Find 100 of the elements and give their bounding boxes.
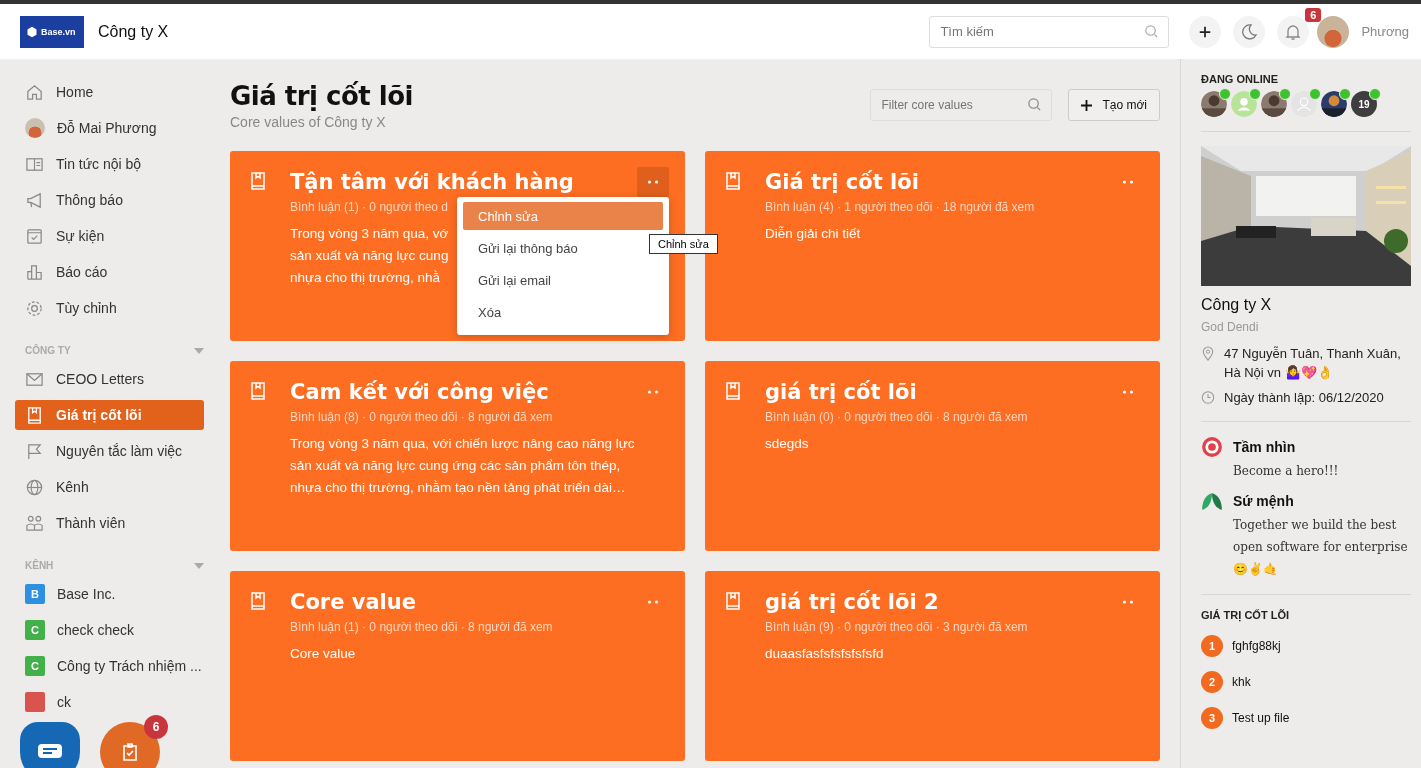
card-description: nhựa cho thị trường, nhằ [290, 269, 441, 287]
people-icon [25, 513, 44, 533]
nav-item[interactable]: Nguyên tắc làm việc [15, 436, 204, 466]
core-value-link[interactable]: khk [1232, 675, 1251, 689]
tooltip: Chỉnh sửa [649, 234, 718, 254]
more-icon [1122, 180, 1134, 184]
online-dot [1219, 88, 1231, 100]
card-meta: Bình luận (1) · 0 người theo dõi · 8 người đã xem [290, 620, 553, 634]
task-count-badge: 6 [144, 715, 168, 739]
card-meta: Bình luận (1) · 0 người theo d [290, 200, 448, 214]
more-icon [1122, 390, 1134, 394]
create-button[interactable]: Tạo mới [1068, 89, 1160, 121]
chat-icon [38, 744, 62, 760]
add-button[interactable] [1189, 15, 1222, 48]
plus-icon [1081, 99, 1093, 111]
online-title: ĐANG ONLINE [1201, 73, 1279, 85]
caret-icon[interactable] [194, 347, 204, 354]
vision-text: Become a hero!!! [1233, 463, 1339, 480]
user-avatar[interactable] [1317, 15, 1350, 48]
card-title: Tận tâm với khách hàng [290, 169, 574, 195]
menu-item[interactable]: Gửi lại email [463, 266, 663, 294]
more-button[interactable] [637, 167, 669, 197]
page-title: Giá trị cốt lõi [230, 81, 413, 111]
search-field[interactable]: Tìm kiếm [929, 15, 1170, 48]
more-icon [1122, 600, 1134, 604]
nav-item[interactable]: Sự kiện [15, 221, 204, 251]
card-title: Giá trị cốt lõi [765, 169, 919, 195]
nav-item[interactable]: Tùy chỉnh [15, 293, 204, 323]
number-badge: 3 [1201, 707, 1223, 729]
globe-icon [25, 477, 44, 497]
nav-item[interactable]: B Base Inc. [15, 579, 204, 609]
card-description: nhựa cho thị trường, nhằm tạo nền tảng phát triển dài… [290, 479, 626, 497]
plus-icon [1198, 24, 1213, 39]
flag-icon [25, 441, 44, 461]
card-title: Core value [290, 589, 416, 615]
nav-item[interactable]: Thành viên [15, 508, 204, 538]
notification-badge: 6 [1305, 7, 1322, 22]
card-title: Cam kết với công việc [290, 379, 549, 405]
nav-item[interactable]: C check check [15, 615, 204, 645]
section-title: KÊNH [25, 560, 54, 571]
caret-icon[interactable] [194, 562, 204, 569]
logo[interactable]: Base.vn [20, 15, 84, 48]
online-dot [1339, 88, 1351, 100]
more-icon [647, 390, 659, 394]
page-subtitle: Core values of Công ty X [230, 114, 387, 130]
company-name: Công ty X [98, 22, 169, 41]
menu-item[interactable]: Xóa [463, 298, 663, 326]
channel-icon: C [25, 620, 45, 640]
core-values-title: GIÁ TRỊ CỐT LÕI [1201, 609, 1290, 621]
mission-title: Sứ mệnh [1233, 492, 1295, 511]
section-title: CÔNG TY [25, 345, 71, 356]
book-icon [723, 171, 743, 191]
tasks-button[interactable] [100, 722, 160, 768]
card-meta: Bình luận (9) · 0 người theo dõi · 3 người đã xem [765, 620, 1028, 634]
moon-button[interactable] [1233, 15, 1266, 48]
number-badge: 1 [1201, 635, 1223, 657]
card-description: sản xuất và năng lực cung [290, 247, 449, 265]
nav-item[interactable]: Đỗ Mai Phương [15, 113, 204, 143]
channel-icon: C [25, 656, 45, 676]
company-name: Công ty X [1201, 296, 1273, 314]
book-icon [25, 405, 44, 425]
core-value-link[interactable]: fghfg88kj [1232, 639, 1281, 653]
more-users-count[interactable]: 19 [1351, 91, 1377, 117]
core-value-link[interactable]: Test up file [1232, 711, 1290, 725]
online-dot [1249, 88, 1261, 100]
card-description: Trong vòng 3 năm qua, với chiến lược nâng cao năng lực [290, 435, 635, 453]
online-dot [1309, 88, 1321, 100]
nav-item[interactable]: Kênh [15, 472, 204, 502]
nav-item[interactable]: CEOO Letters [15, 364, 204, 394]
nav-item[interactable]: Báo cáo [15, 257, 204, 287]
settings-icon [25, 298, 44, 318]
nav-item[interactable]: Thông báo [15, 185, 204, 215]
chat-button[interactable] [20, 722, 80, 768]
notifications-button[interactable] [1277, 15, 1310, 48]
mission-text: Together we build the best open software for enterprise 😊✌🤙 [1233, 517, 1409, 578]
card-title: giá trị cốt lõi [765, 379, 917, 405]
card-description: sdegds [765, 435, 809, 453]
home-icon [25, 82, 44, 102]
nav-item[interactable]: Giá trị cốt lõi [15, 400, 204, 430]
card-description: sản xuất và năng lực cung ứng các sản phẩm tôn thép, [290, 457, 621, 475]
nav-item[interactable]: Home [15, 77, 204, 107]
core-value-card[interactable] [230, 361, 685, 551]
card-meta: Bình luận (8) · 0 người theo dõi · 8 người đã xem [290, 410, 553, 424]
location-icon [1201, 346, 1215, 361]
online-dot [1369, 88, 1381, 100]
book-icon [248, 381, 268, 401]
online-dot [1279, 88, 1291, 100]
filter-field[interactable]: Filter core values [870, 89, 1053, 121]
nav-item[interactable]: C Công ty Trách nhiệm ... [15, 651, 204, 681]
nav-item[interactable]: ck [15, 687, 204, 717]
avatar-icon [25, 118, 45, 138]
vision-title: Tầm nhìn [1233, 438, 1297, 457]
card-description: Trong vòng 3 năm qua, vớ [290, 225, 449, 243]
bar-chart-icon [25, 262, 44, 282]
target-icon [1201, 436, 1223, 458]
nav-item[interactable]: Tin tức nội bộ [15, 149, 204, 179]
user-name[interactable]: Phương [1361, 24, 1409, 39]
card-meta: Bình luận (0) · 0 người theo dõi · 8 người đã xem [765, 410, 1028, 424]
book-icon [723, 381, 743, 401]
clock-icon [1201, 390, 1215, 405]
